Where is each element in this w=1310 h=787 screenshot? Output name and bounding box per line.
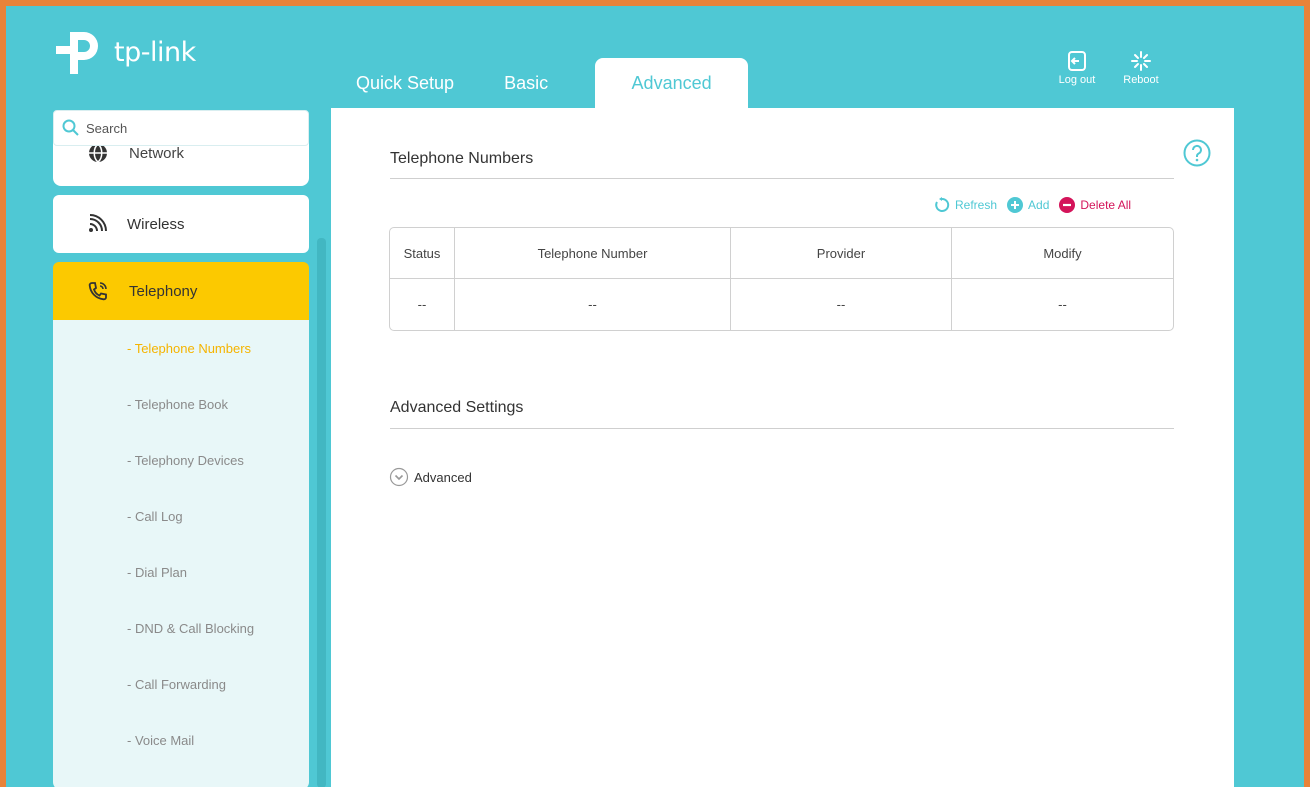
logo-mark-icon <box>54 28 108 76</box>
top-actions: Log out Reboot <box>1055 50 1163 86</box>
add-label: Add <box>1028 198 1050 212</box>
refresh-button[interactable]: Refresh <box>934 197 997 213</box>
column-header-provider: Provider <box>731 228 952 279</box>
reboot-icon <box>1131 51 1151 71</box>
sidebar: Network Search Wireless Telephony - Tele… <box>53 110 311 787</box>
logo-text: tp-link <box>114 36 196 68</box>
tab-advanced[interactable]: Advanced <box>595 58 749 108</box>
submenu-telephony-devices[interactable]: - Telephony Devices <box>53 432 309 488</box>
logout-label: Log out <box>1058 74 1096 86</box>
submenu-telephone-numbers[interactable]: - Telephone Numbers <box>53 320 309 376</box>
refresh-icon <box>935 197 950 212</box>
table-cell: -- <box>731 279 952 330</box>
submenu-voice-mail[interactable]: - Voice Mail <box>53 712 309 768</box>
table-actions: Refresh Add Delete All <box>934 197 1131 213</box>
telephony-submenu: - Telephone Numbers - Telephone Book - T… <box>53 320 309 787</box>
telephone-numbers-title: Telephone Numbers <box>390 150 534 167</box>
table-cell: -- <box>455 279 731 330</box>
sidebar-item-label: Network <box>129 144 185 162</box>
search-icon <box>62 119 79 136</box>
tab-basic[interactable]: Basic <box>479 58 573 108</box>
advanced-toggle[interactable]: Advanced <box>389 467 472 487</box>
search-placeholder: Search <box>86 120 128 136</box>
main-panel: Telephone Numbers Refresh Add Delete All <box>331 108 1234 787</box>
submenu-call-log[interactable]: - Call Log <box>53 488 309 544</box>
submenu-dial-plan[interactable]: - Dial Plan <box>53 544 309 600</box>
tp-link-logo: tp-link <box>54 28 196 76</box>
submenu-telephone-book[interactable]: - Telephone Book <box>53 376 309 432</box>
delete-all-label: Delete All <box>1080 198 1132 212</box>
reboot-label: Reboot <box>1123 74 1159 86</box>
wifi-icon <box>89 214 107 232</box>
chevron-down-icon <box>389 467 409 487</box>
sidebar-item-telephony[interactable]: Telephony <box>53 262 309 320</box>
reboot-button[interactable]: Reboot <box>1119 50 1163 86</box>
search-input[interactable]: Search <box>53 110 309 146</box>
delete-icon <box>1059 197 1076 213</box>
table-row: -- -- -- -- <box>390 279 1173 330</box>
submenu-dnd-call-blocking[interactable]: - DND & Call Blocking <box>53 600 309 656</box>
sidebar-scrollbar[interactable] <box>317 238 326 787</box>
help-icon[interactable] <box>1182 138 1212 168</box>
divider <box>390 428 1174 429</box>
table-cell: -- <box>1058 297 1067 312</box>
table-cell: -- <box>390 279 455 330</box>
top-tabs: Quick Setup Basic Advanced <box>340 58 749 108</box>
advanced-toggle-label: Advanced <box>414 469 472 485</box>
submenu-call-forwarding[interactable]: - Call Forwarding <box>53 656 309 712</box>
logout-button[interactable]: Log out <box>1055 50 1099 86</box>
logout-icon <box>1068 51 1086 71</box>
telephone-numbers-table: Status Telephone Number Provider Modify … <box>389 227 1174 331</box>
sidebar-item-label: Wireless <box>127 215 185 233</box>
column-header-modify: Modify <box>952 228 1173 279</box>
add-button[interactable]: Add <box>1007 197 1049 213</box>
tab-quick-setup[interactable]: Quick Setup <box>340 58 479 108</box>
refresh-label: Refresh <box>955 198 998 212</box>
column-header-telephone-number: Telephone Number <box>455 228 731 279</box>
sidebar-item-label: Telephony <box>129 282 198 300</box>
delete-all-button[interactable]: Delete All <box>1059 197 1131 213</box>
phone-icon <box>88 282 107 301</box>
sidebar-item-wireless[interactable]: Wireless <box>53 195 309 253</box>
divider <box>390 178 1174 179</box>
column-header-status: Status <box>390 228 455 279</box>
advanced-settings-title: Advanced Settings <box>390 399 524 416</box>
add-icon <box>1007 197 1024 213</box>
